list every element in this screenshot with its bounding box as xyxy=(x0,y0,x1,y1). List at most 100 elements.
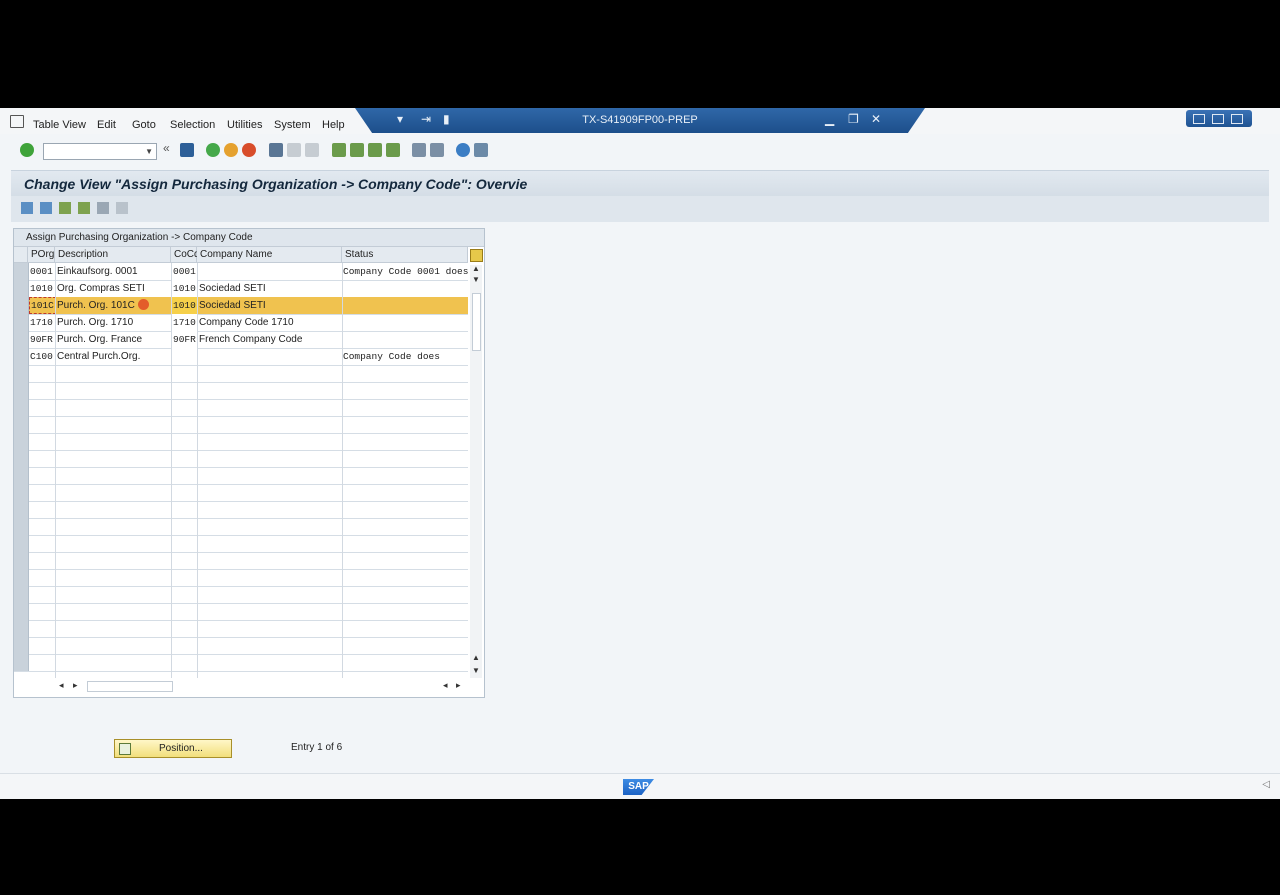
help-icon[interactable] xyxy=(456,143,470,157)
enter-icon[interactable] xyxy=(20,143,34,157)
empty-table-row[interactable] xyxy=(14,535,468,553)
scroll-up-icon[interactable]: ▲ xyxy=(472,264,480,273)
menu-system[interactable]: System xyxy=(274,119,311,131)
page-up-icon[interactable]: ▲ xyxy=(472,653,480,662)
row-selector[interactable] xyxy=(14,484,29,501)
window-controls[interactable] xyxy=(1186,110,1252,127)
empty-table-row[interactable] xyxy=(14,586,468,604)
vertical-scrollbar[interactable]: ▲ ▼ ▲ ▼ xyxy=(470,264,482,678)
row-selector[interactable] xyxy=(14,331,29,348)
empty-table-row[interactable] xyxy=(14,416,468,434)
menu-help[interactable]: Help xyxy=(322,119,345,131)
empty-table-row[interactable] xyxy=(14,518,468,536)
row-selector[interactable] xyxy=(14,637,29,654)
undo-icon[interactable] xyxy=(40,202,52,214)
empty-table-row[interactable] xyxy=(14,603,468,621)
column-header-porg[interactable]: POrg xyxy=(28,247,55,263)
menu-table-view[interactable]: Table View xyxy=(33,119,86,131)
scroll-thumb[interactable] xyxy=(472,293,481,351)
delete-icon[interactable] xyxy=(78,202,90,214)
command-field[interactable]: ▼ xyxy=(43,143,157,160)
row-selector[interactable] xyxy=(14,348,29,365)
find-icon[interactable] xyxy=(287,143,301,157)
select-all-icon[interactable] xyxy=(97,202,109,214)
row-selector[interactable] xyxy=(14,654,29,671)
row-selector[interactable] xyxy=(14,467,29,484)
chevron-down-icon[interactable]: ▼ xyxy=(145,147,153,156)
row-selector[interactable] xyxy=(14,535,29,552)
exit-icon[interactable] xyxy=(224,143,238,157)
cocd-input[interactable]: 1010 xyxy=(173,280,196,297)
deselect-all-icon[interactable] xyxy=(116,202,128,214)
scroll-right-end-icon[interactable]: ▸ xyxy=(456,680,461,691)
menu-edit[interactable]: Edit xyxy=(97,119,116,131)
empty-table-row[interactable] xyxy=(14,399,468,417)
empty-table-row[interactable] xyxy=(14,501,468,519)
create-session-icon[interactable] xyxy=(412,143,426,157)
maximize-window-icon[interactable] xyxy=(1212,114,1224,124)
cocd-input[interactable]: 90FR xyxy=(173,331,196,348)
horizontal-scrollbar[interactable]: ◂ ▸ ◂ ▸ xyxy=(55,680,467,692)
empty-table-row[interactable] xyxy=(14,433,468,451)
row-selector[interactable] xyxy=(14,416,29,433)
menu-selection[interactable]: Selection xyxy=(170,119,215,131)
empty-table-row[interactable] xyxy=(14,467,468,485)
scroll-right-icon[interactable]: ▸ xyxy=(73,680,78,691)
column-header-status[interactable]: Status xyxy=(342,247,468,263)
shortcut-icon[interactable] xyxy=(430,143,444,157)
scroll-left-icon[interactable]: ◂ xyxy=(59,680,64,691)
column-header-company-name[interactable]: Company Name xyxy=(197,247,342,263)
find-next-icon[interactable] xyxy=(305,143,319,157)
cocd-input[interactable]: 0001 xyxy=(173,263,196,280)
column-header-description[interactable]: Description xyxy=(55,247,171,263)
row-selector[interactable] xyxy=(14,450,29,467)
row-selector[interactable] xyxy=(14,433,29,450)
table-settings-icon[interactable] xyxy=(470,249,483,262)
porg-cell[interactable]: 101C xyxy=(29,297,56,314)
empty-table-row[interactable] xyxy=(14,382,468,400)
last-page-icon[interactable] xyxy=(386,143,400,157)
table-row[interactable]: 1010 Org. Compras SETI 1010 Sociedad SET… xyxy=(14,280,468,298)
page-down-icon[interactable]: ▼ xyxy=(472,275,480,284)
row-selector[interactable] xyxy=(14,501,29,518)
save-icon[interactable] xyxy=(180,143,194,157)
prev-page-icon[interactable] xyxy=(350,143,364,157)
empty-table-row[interactable] xyxy=(14,450,468,468)
table-row[interactable]: 90FR Purch. Org. France 90FR French Comp… xyxy=(14,331,468,349)
row-selector[interactable] xyxy=(14,518,29,535)
row-selector[interactable] xyxy=(14,314,29,331)
row-selector[interactable] xyxy=(14,297,29,314)
empty-table-row[interactable] xyxy=(14,620,468,638)
column-header-cocd[interactable]: CoCd xyxy=(171,247,200,263)
print-icon[interactable] xyxy=(269,143,283,157)
row-selector[interactable] xyxy=(14,552,29,569)
table-row[interactable]: C100 Central Purch.Org. Company Code doe… xyxy=(14,348,468,366)
minimize-icon[interactable]: ▁ xyxy=(825,112,834,126)
cancel-icon[interactable] xyxy=(242,143,256,157)
copy-as-icon[interactable] xyxy=(59,202,71,214)
restore-icon[interactable]: ❐ xyxy=(848,112,859,126)
menu-goto[interactable]: Goto xyxy=(132,119,156,131)
row-selector[interactable] xyxy=(14,399,29,416)
empty-table-row[interactable] xyxy=(14,654,468,672)
row-selector[interactable] xyxy=(14,569,29,586)
cocd-input[interactable]: 1710 xyxy=(173,314,196,331)
row-selector[interactable] xyxy=(14,620,29,637)
minimize-window-icon[interactable] xyxy=(1193,114,1205,124)
collapse-icon[interactable]: « xyxy=(163,141,177,155)
cocd-input[interactable]: 1010 xyxy=(173,297,196,314)
close-icon[interactable]: ✕ xyxy=(871,112,881,126)
table-row[interactable]: 0001 Einkaufsorg. 0001 0001 Company Code… xyxy=(14,263,468,281)
select-all-header[interactable] xyxy=(14,247,28,263)
row-selector[interactable] xyxy=(14,586,29,603)
row-selector[interactable] xyxy=(14,382,29,399)
empty-table-row[interactable] xyxy=(14,365,468,383)
empty-table-row[interactable] xyxy=(14,552,468,570)
empty-table-row[interactable] xyxy=(14,569,468,587)
scroll-down-icon[interactable]: ▼ xyxy=(472,666,480,675)
menu-utilities[interactable]: Utilities xyxy=(227,119,262,131)
system-menu-icon[interactable] xyxy=(10,115,24,128)
table-row-selected[interactable]: 101C Purch. Org. 101C 1010 Sociedad SETI xyxy=(14,297,468,315)
first-page-icon[interactable] xyxy=(332,143,346,157)
row-selector[interactable] xyxy=(14,603,29,620)
